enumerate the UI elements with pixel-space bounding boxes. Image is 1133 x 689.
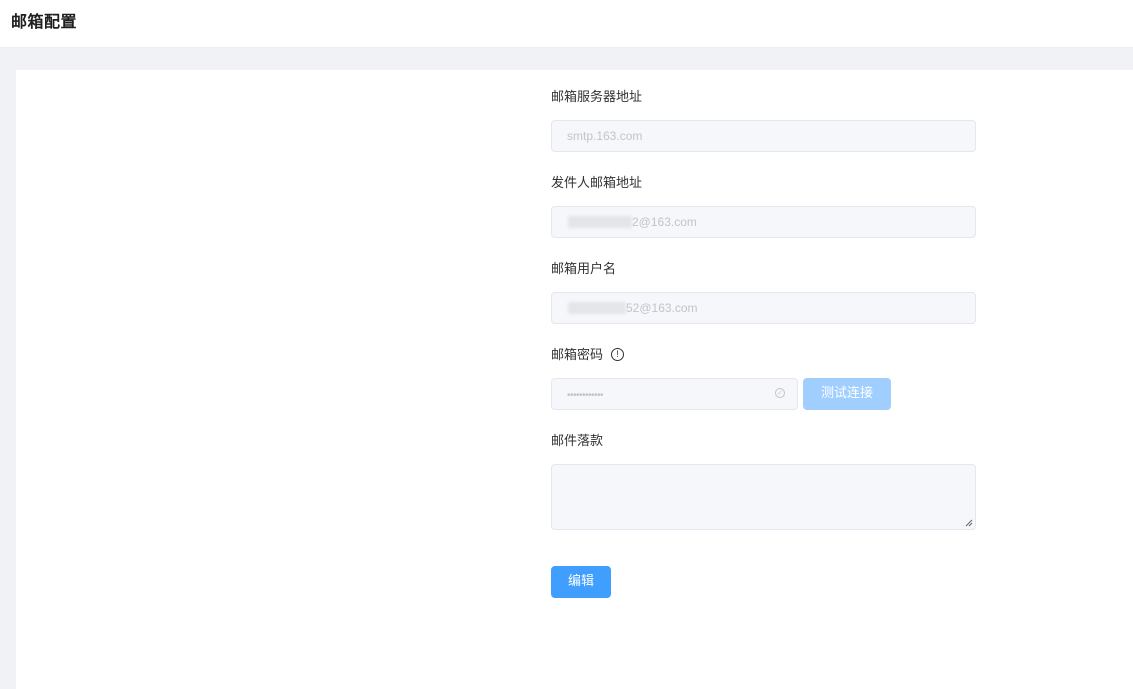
signature-label: 邮件落款 [551,434,604,449]
resize-handle-icon[interactable] [965,519,973,527]
test-connection-button[interactable]: 测试连接 [803,378,891,410]
circle-check-icon: ✓ [775,388,785,398]
redacted-mask [568,216,632,228]
username-label: 邮箱用户名 [551,262,617,277]
username-value: 52@163.com [626,301,698,315]
sender-address-value: 2@163.com [632,215,697,229]
password-input[interactable]: •••••••••••• [551,378,798,410]
smtp-server-label: 邮箱服务器地址 [551,90,643,105]
password-label: 邮箱密码 [551,348,604,363]
info-circle-icon[interactable]: ! [611,348,624,361]
sender-address-label: 发件人邮箱地址 [551,176,643,191]
page-header: 邮箱配置 [0,0,1133,48]
edit-button[interactable]: 编辑 [551,566,611,598]
smtp-server-input[interactable]: smtp.163.com [551,120,976,152]
signature-textarea[interactable] [551,464,976,530]
smtp-server-value: smtp.163.com [567,129,643,143]
page-title: 邮箱配置 [11,12,78,31]
password-value: •••••••••••• [567,390,604,401]
redacted-mask [568,302,626,314]
